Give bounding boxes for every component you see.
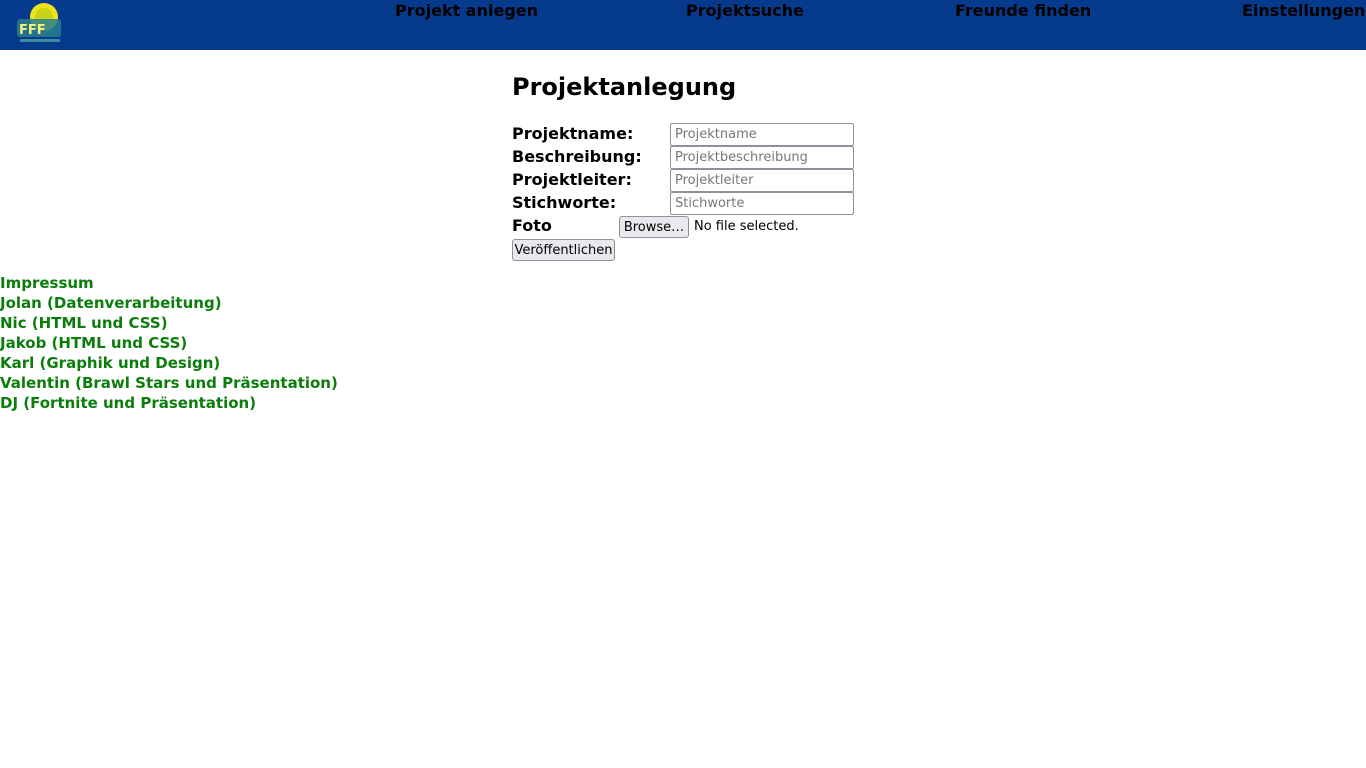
file-status-text: No file selected. [694,219,799,234]
nav-projektsuche[interactable]: Projektsuche [686,0,804,22]
nav-einstellungen[interactable]: Einstellungen [1242,0,1365,22]
list-item: Impressum [0,273,338,293]
credit-link-jolan[interactable]: Jolan (Datenverarbeitung) [0,294,222,312]
browse-file-button[interactable]: Browse… [619,216,689,238]
credit-link-dj[interactable]: DJ (Fortnite und Präsentation) [0,394,256,412]
svg-text:FFF: FFF [19,23,46,38]
beschreibung-label: Beschreibung: [512,147,642,166]
beschreibung-input[interactable] [670,146,854,169]
page-title: Projektanlegung [512,73,737,101]
list-item: Nic (HTML und CSS) [0,313,338,333]
nav-projekt-anlegen[interactable]: Projekt anlegen [395,0,538,22]
stichworte-label: Stichworte: [512,193,617,212]
list-item: DJ (Fortnite und Präsentation) [0,393,338,413]
fridays-for-future-logo-icon[interactable]: FFF [14,1,66,47]
impressum-link[interactable]: Impressum [0,274,94,292]
footer-credits-list: Impressum Jolan (Datenverarbeitung) Nic … [0,273,338,413]
top-navigation-bar: FFF Projekt anlegen Projektsuche Freunde… [0,0,1366,50]
nav-freunde-finden[interactable]: Freunde finden [955,0,1091,22]
projektname-input[interactable] [670,123,854,146]
foto-label: Foto [512,216,552,235]
projektleiter-label: Projektleiter: [512,170,632,189]
stichworte-input[interactable] [670,192,854,215]
list-item: Jolan (Datenverarbeitung) [0,293,338,313]
list-item: Karl (Graphik und Design) [0,353,338,373]
credit-link-jakob[interactable]: Jakob (HTML und CSS) [0,334,187,352]
publish-button[interactable]: Veröffentlichen [512,239,615,261]
credit-link-nic[interactable]: Nic (HTML und CSS) [0,314,168,332]
projektleiter-input[interactable] [670,169,854,192]
credit-link-karl[interactable]: Karl (Graphik und Design) [0,354,220,372]
projektname-label: Projektname: [512,124,634,143]
list-item: Valentin (Brawl Stars und Präsentation) [0,373,338,393]
list-item: Jakob (HTML und CSS) [0,333,338,353]
credit-link-valentin[interactable]: Valentin (Brawl Stars und Präsentation) [0,374,338,392]
